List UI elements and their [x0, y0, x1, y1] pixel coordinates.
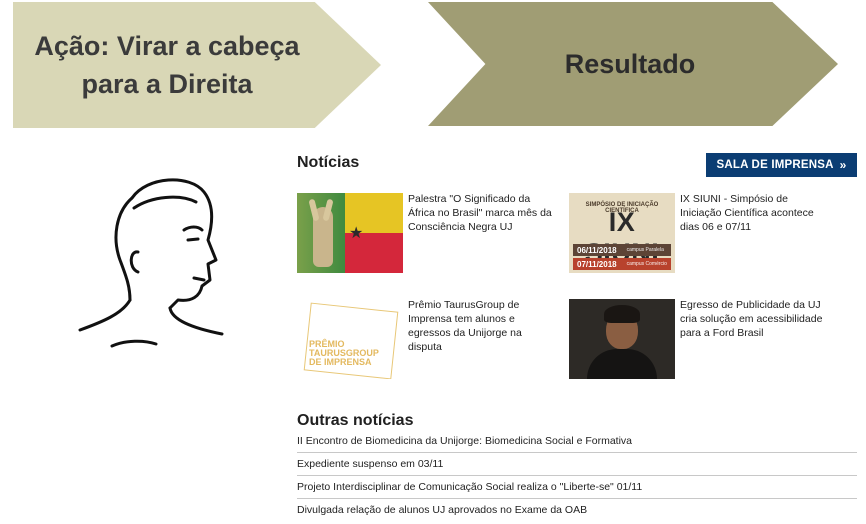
news-item-title[interactable]: IX SIUNI - Simpósio de Iniciação Científ…: [680, 192, 828, 273]
premio-taurusgroup-logo-thumbnail[interactable]: PRÊMIO TAURUSGROUP DE IMPRENSA: [297, 299, 403, 379]
news-section-title: Notícias: [297, 154, 360, 171]
africa-flag-hand-thumbnail[interactable]: ★: [297, 193, 403, 273]
news-item[interactable]: PRÊMIO TAURUSGROUP DE IMPRENSA Prêmio Ta…: [297, 299, 556, 379]
action-line-1: Ação: Virar a cabeça: [34, 31, 300, 61]
press-room-label: SALA DE IMPRENSA: [716, 159, 834, 171]
news-item[interactable]: ★ Palestra "O Significado da África no B…: [297, 193, 556, 273]
news-item-title[interactable]: Egresso de Publicidade da UJ cria soluçã…: [680, 298, 828, 379]
action-arrow-banner: Ação: Virar a cabeça para a Direita: [13, 2, 381, 128]
siuni-campus-1: campus Paralela: [626, 247, 664, 253]
press-room-button[interactable]: SALA DE IMPRENSA »: [706, 153, 857, 177]
siuni-date-1-text: 06/11/2018: [577, 245, 617, 255]
other-news-link[interactable]: Expediente suspenso em 03/11: [297, 453, 857, 476]
other-news-section-title: Outras notícias: [297, 412, 414, 429]
siuni-campus-2: campus Comércio: [626, 261, 667, 267]
star-icon: ★: [349, 225, 364, 242]
double-chevron-right-icon: »: [839, 158, 847, 172]
action-line-2: para a Direita: [81, 69, 253, 99]
news-item-title[interactable]: Prêmio TaurusGroup de Imprensa tem aluno…: [408, 298, 556, 379]
news-item[interactable]: SIMPÓSIO DE INICIAÇÃO CIENTÍFICA IX SIUN…: [569, 193, 828, 273]
premio-logo-line-3: DE IMPRENSA: [309, 357, 372, 367]
news-item-title[interactable]: Palestra "O Significado da África no Bra…: [408, 192, 556, 273]
head-turned-right-illustration: [78, 178, 224, 348]
premio-logo-text: PRÊMIO TAURUSGROUP DE IMPRENSA: [309, 340, 379, 367]
result-arrow-banner: Resultado: [428, 2, 838, 126]
other-news-link[interactable]: II Encontro de Biomedicina da Unijorge: …: [297, 430, 857, 453]
news-item[interactable]: Egresso de Publicidade da UJ cria soluçã…: [569, 299, 828, 379]
siuni-poster-thumbnail[interactable]: SIMPÓSIO DE INICIAÇÃO CIENTÍFICA IX SIUN…: [569, 193, 675, 273]
siuni-date-2: 07/11/2018 campus Comércio: [573, 258, 671, 270]
result-label: Resultado: [564, 48, 696, 79]
graduate-portrait-thumbnail[interactable]: [569, 299, 675, 379]
other-news-link[interactable]: Divulgada relação de alunos UJ aprovados…: [297, 499, 857, 521]
siuni-date-1: 06/11/2018 campus Paralela: [573, 244, 671, 256]
siuni-date-2-text: 07/11/2018: [577, 259, 617, 269]
other-news-link[interactable]: Projeto Interdisciplinar de Comunicação …: [297, 476, 857, 499]
